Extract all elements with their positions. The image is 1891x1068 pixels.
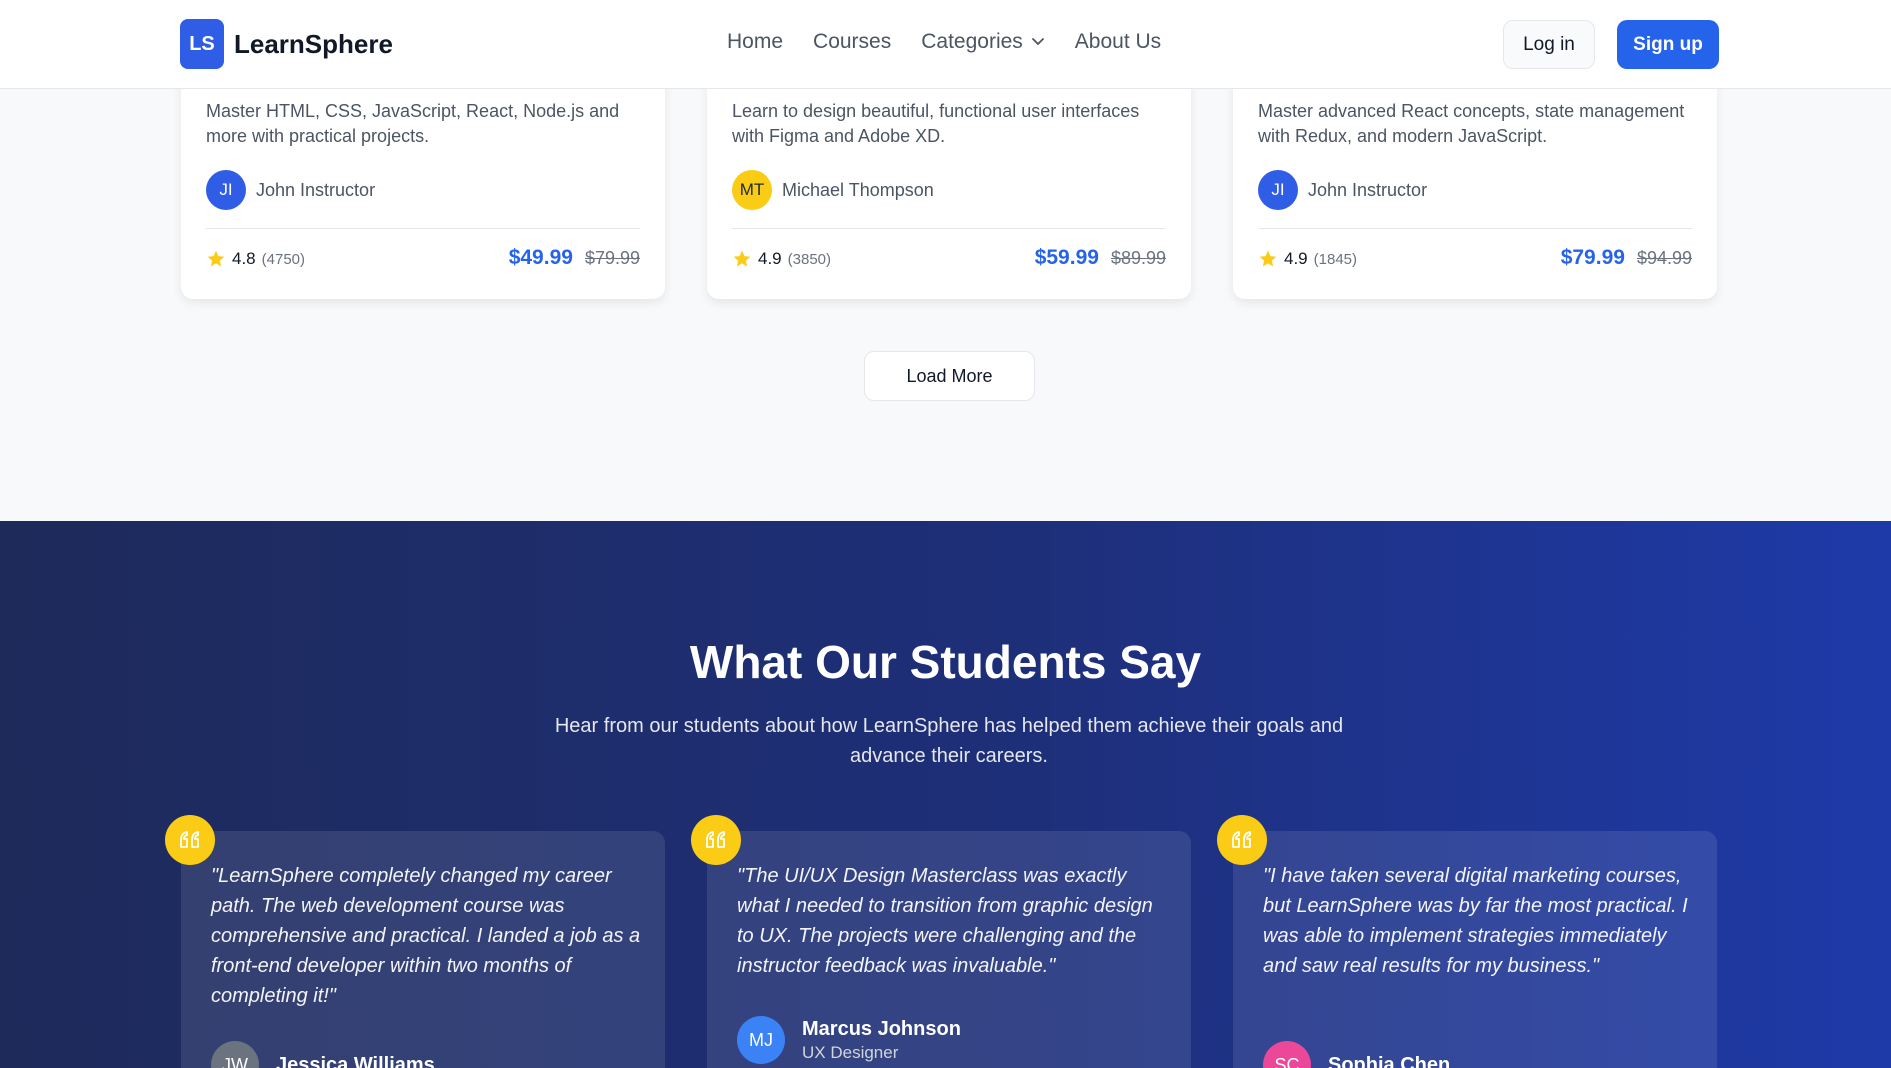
- course-price: $49.99: [508, 246, 573, 269]
- logo-badge: LS: [180, 19, 224, 69]
- testimonial-card: "LearnSphere completely changed my caree…: [165, 815, 665, 1068]
- course-price: $59.99: [1034, 246, 1099, 269]
- testimonial-author: JW Jessica Williams: [211, 1041, 435, 1068]
- course-price: $79.99: [1560, 246, 1625, 269]
- rating-value: 4.9: [758, 249, 782, 268]
- review-count: (4750): [261, 250, 305, 268]
- instructor-name: Michael Thompson: [782, 179, 934, 200]
- signup-button[interactable]: Sign up: [1617, 20, 1719, 69]
- course-rating: 4.8 (4750): [206, 249, 305, 269]
- course-instructor: JI John Instructor: [1258, 170, 1427, 210]
- section-subtitle: Hear from our students about how LearnSp…: [554, 715, 1344, 767]
- testimonial-quote: "LearnSphere completely changed my caree…: [211, 865, 641, 1007]
- quote-icon: [165, 815, 215, 865]
- card-divider: [732, 228, 1166, 229]
- star-icon: [1259, 250, 1277, 267]
- course-description: Master HTML, CSS, JavaScript, React, Nod…: [206, 101, 620, 146]
- course-prices: $49.99 $79.99: [509, 246, 640, 270]
- testimonial-author: SC Sophia Chen: [1263, 1041, 1450, 1068]
- course-old-price: $79.99: [584, 248, 640, 268]
- course-old-price: $94.99: [1636, 248, 1692, 268]
- quote-icon: [1217, 815, 1267, 865]
- logo-text: LearnSphere: [234, 28, 393, 59]
- top-navbar: LS LearnSphere Home Courses Categories A…: [0, 0, 1891, 89]
- quote-icon: [691, 815, 741, 865]
- nav-categories-label: Categories: [921, 30, 1023, 53]
- nav-about-us[interactable]: About Us: [1075, 30, 1161, 54]
- avatar: JI: [206, 170, 246, 210]
- author-name: Sophia Chen: [1328, 1053, 1451, 1068]
- review-count: (1845): [1313, 250, 1357, 268]
- login-button[interactable]: Log in: [1503, 20, 1595, 69]
- author-name: Jessica Williams: [276, 1053, 435, 1068]
- testimonial-card: "The UI/UX Design Masterclass was exactl…: [691, 815, 1191, 1068]
- course-description: Master advanced React concepts, state ma…: [1258, 101, 1685, 146]
- testimonial-quote: "The UI/UX Design Masterclass was exactl…: [737, 865, 1153, 977]
- nav-home[interactable]: Home: [727, 30, 783, 54]
- course-rating: 4.9 (1845): [1258, 249, 1357, 269]
- testimonial-author: MJ Marcus Johnson UX Designer: [737, 1016, 961, 1064]
- author-name: Marcus Johnson: [802, 1017, 961, 1040]
- author-role: UX Designer: [802, 1042, 899, 1062]
- course-card[interactable]: Master advanced React concepts, state ma…: [1233, 60, 1717, 299]
- load-more-button[interactable]: Load More: [864, 351, 1035, 401]
- avatar: MT: [732, 170, 772, 210]
- testimonials-section: What Our Students Say Hear from our stud…: [0, 521, 1891, 1068]
- course-instructor: JI John Instructor: [206, 170, 375, 210]
- avatar: MJ: [737, 1016, 785, 1064]
- star-icon: [207, 250, 225, 267]
- card-divider: [1258, 228, 1692, 229]
- instructor-name: John Instructor: [256, 179, 376, 200]
- testimonial-card: "I have taken several digital marketing …: [1217, 815, 1717, 1068]
- section-title: What Our Students Say: [689, 636, 1202, 688]
- nav-courses[interactable]: Courses: [813, 30, 891, 54]
- course-rating: 4.9 (3850): [732, 249, 831, 269]
- card-divider: [206, 228, 640, 229]
- rating-value: 4.8: [232, 249, 256, 268]
- avatar: SC: [1263, 1041, 1311, 1068]
- avatar: JI: [1258, 170, 1298, 210]
- rating-value: 4.9: [1284, 249, 1308, 268]
- avatar: JW: [211, 1041, 259, 1068]
- course-instructor: MT Michael Thompson: [732, 170, 934, 210]
- review-count: (3850): [787, 250, 831, 268]
- star-icon: [733, 250, 751, 267]
- course-description: Learn to design beautiful, functional us…: [732, 101, 1140, 146]
- course-old-price: $89.99: [1110, 248, 1166, 268]
- nav-categories[interactable]: Categories: [921, 30, 1045, 54]
- course-prices: $59.99 $89.99: [1035, 246, 1166, 270]
- course-prices: $79.99 $94.99: [1561, 246, 1692, 270]
- main-nav: Home Courses Categories About Us: [727, 30, 1191, 54]
- testimonial-quote: "I have taken several digital marketing …: [1263, 865, 1688, 977]
- course-card[interactable]: Master HTML, CSS, JavaScript, React, Nod…: [181, 60, 665, 299]
- chevron-down-icon: [1031, 30, 1045, 54]
- logo[interactable]: LS LearnSphere: [180, 19, 393, 69]
- instructor-name: John Instructor: [1308, 179, 1428, 200]
- course-card[interactable]: Learn to design beautiful, functional us…: [707, 60, 1191, 299]
